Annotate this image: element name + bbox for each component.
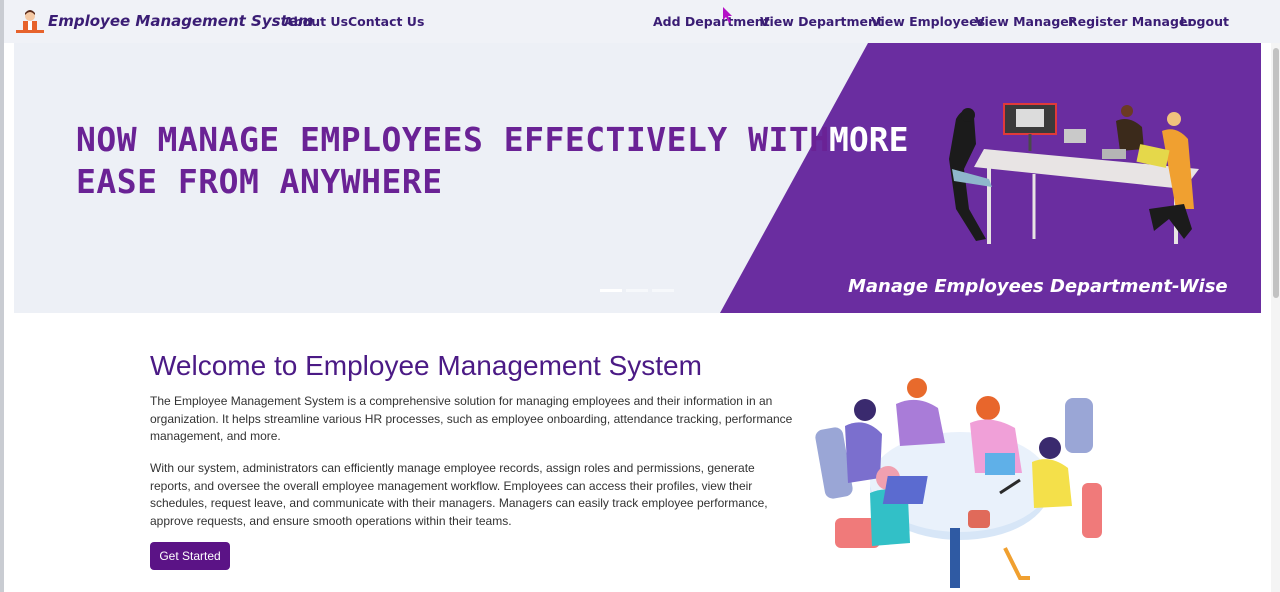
office-team-illustration [949, 103, 1199, 244]
carousel-caption: Manage Employees Department-Wise [848, 276, 1228, 297]
nav-add-department[interactable]: Add Department [653, 14, 770, 29]
nav-logout[interactable]: Logout [1180, 14, 1229, 29]
welcome-paragraph-2: With our system, administrators can effi… [150, 461, 768, 528]
hero-headline-more: MORE [829, 120, 909, 159]
nav-view-employees[interactable]: View Employees [871, 14, 985, 29]
carousel-indicators [600, 289, 674, 292]
employee-logo-icon[interactable] [16, 8, 44, 34]
get-started-button[interactable]: Get Started [150, 542, 230, 570]
hero-headline-line1: NOW MANAGE EMPLOYEES EFFECTIVELY WITH [76, 120, 830, 159]
mouse-cursor-icon [723, 7, 732, 23]
nav-about-us[interactable]: About Us [284, 14, 348, 29]
nav-contact-us[interactable]: Contact Us [348, 14, 424, 29]
hero-headline-line2: EASE FROM ANYWHERE [76, 162, 443, 201]
carousel-indicator-1[interactable] [600, 289, 622, 292]
team-meeting-illustration [815, 378, 1102, 588]
nav-view-manager[interactable]: View Manager [975, 14, 1075, 29]
nav-view-department[interactable]: View Department [760, 14, 883, 29]
welcome-title: Welcome to Employee Management System [150, 350, 702, 381]
carousel-indicator-2[interactable] [626, 289, 648, 292]
window-edge [0, 0, 4, 592]
page-scrollbar-thumb[interactable] [1273, 48, 1279, 298]
carousel-indicator-3[interactable] [652, 289, 674, 292]
nav-register-manager[interactable]: Register Manager [1068, 14, 1194, 29]
hero-carousel[interactable]: NOW MANAGE EMPLOYEES EFFECTIVELY WITH EA… [14, 43, 1261, 313]
welcome-paragraph-1: The Employee Management System is a comp… [150, 394, 793, 443]
brand-title[interactable]: Employee Management System [48, 12, 314, 30]
hero-headline: NOW MANAGE EMPLOYEES EFFECTIVELY WITH EA… [76, 119, 916, 203]
